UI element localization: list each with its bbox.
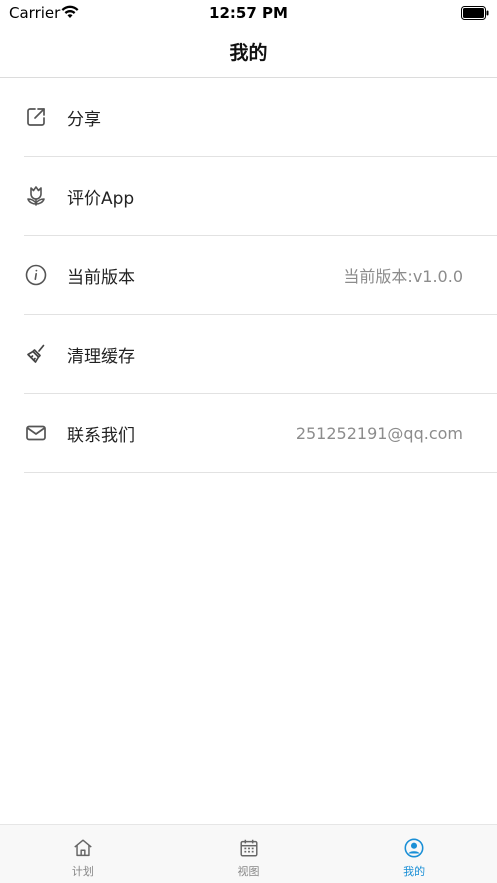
- broom-icon: [24, 342, 48, 366]
- menu-item-label: 评价App: [67, 188, 135, 209]
- flower-icon: [24, 184, 48, 208]
- menu-item-contact[interactable]: 联系我们 251252191@qq.com: [24, 394, 497, 473]
- status-time: 12:57 PM: [209, 4, 288, 22]
- version-value: 当前版本:v1.0.0: [343, 267, 463, 286]
- menu-item-label: 联系我们: [67, 425, 135, 446]
- navigation-bar: 我的: [0, 26, 497, 78]
- status-bar: Carrier 12:57 PM: [0, 0, 497, 26]
- page-title: 我的: [229, 42, 268, 64]
- menu-item-label: 清理缓存: [67, 346, 135, 367]
- settings-menu: 分享 评价App 当前版本 当前版本:v1.0.0 清理缓存 联系我们 2512…: [0, 78, 497, 473]
- menu-item-label: 分享: [67, 109, 101, 130]
- tab-view[interactable]: 视图: [166, 825, 332, 883]
- profile-icon: [404, 838, 424, 858]
- calendar-icon: [239, 839, 258, 857]
- tab-label: 视图: [237, 865, 260, 878]
- tab-plan[interactable]: 计划: [0, 825, 166, 883]
- tab-label: 计划: [71, 865, 94, 878]
- mail-icon: [24, 421, 48, 445]
- menu-item-share[interactable]: 分享: [24, 78, 497, 157]
- info-icon: [24, 263, 48, 287]
- tab-bar: 计划 视图 我的: [0, 824, 497, 883]
- menu-item-label: 当前版本: [67, 267, 135, 288]
- home-icon: [74, 839, 92, 857]
- share-icon: [24, 105, 48, 129]
- menu-item-version[interactable]: 当前版本 当前版本:v1.0.0: [24, 236, 497, 315]
- menu-item-clear-cache[interactable]: 清理缓存: [24, 315, 497, 394]
- menu-item-rate-app[interactable]: 评价App: [24, 157, 497, 236]
- contact-email-value: 251252191@qq.com: [295, 423, 463, 443]
- tab-label: 我的: [403, 865, 426, 878]
- tab-mine[interactable]: 我的: [331, 825, 497, 883]
- battery-icon: [461, 6, 489, 20]
